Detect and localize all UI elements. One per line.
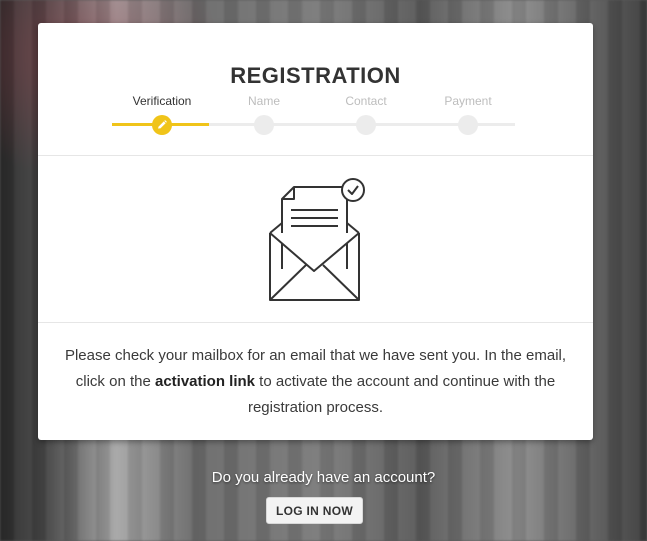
envelope-letter-check-icon — [269, 178, 365, 301]
step-label-payment: Payment — [444, 94, 492, 108]
step-label-name: Name — [247, 94, 281, 108]
login-now-button[interactable]: LOG IN NOW — [266, 497, 363, 524]
divider-top — [38, 155, 593, 156]
step-dot-name — [254, 115, 274, 135]
account-question: Do you already have an account? — [211, 469, 436, 486]
verification-message: Please check your mailbox for an email t… — [63, 343, 568, 421]
step-dot-payment — [458, 115, 478, 135]
step-label-verification: Verification — [132, 94, 192, 108]
step-dot-verification — [152, 115, 172, 135]
page-title: REGISTRATION — [230, 63, 401, 88]
pencil-icon — [158, 120, 167, 129]
registration-card: REGISTRATION Verification Name Contact P… — [38, 23, 593, 440]
message-text-after: to activate the account and continue wit… — [247, 373, 556, 416]
step-dot-contact — [356, 115, 376, 135]
step-label-contact: Contact — [345, 94, 387, 108]
divider-bottom — [38, 322, 593, 323]
activation-link-text: activation link — [154, 373, 256, 390]
